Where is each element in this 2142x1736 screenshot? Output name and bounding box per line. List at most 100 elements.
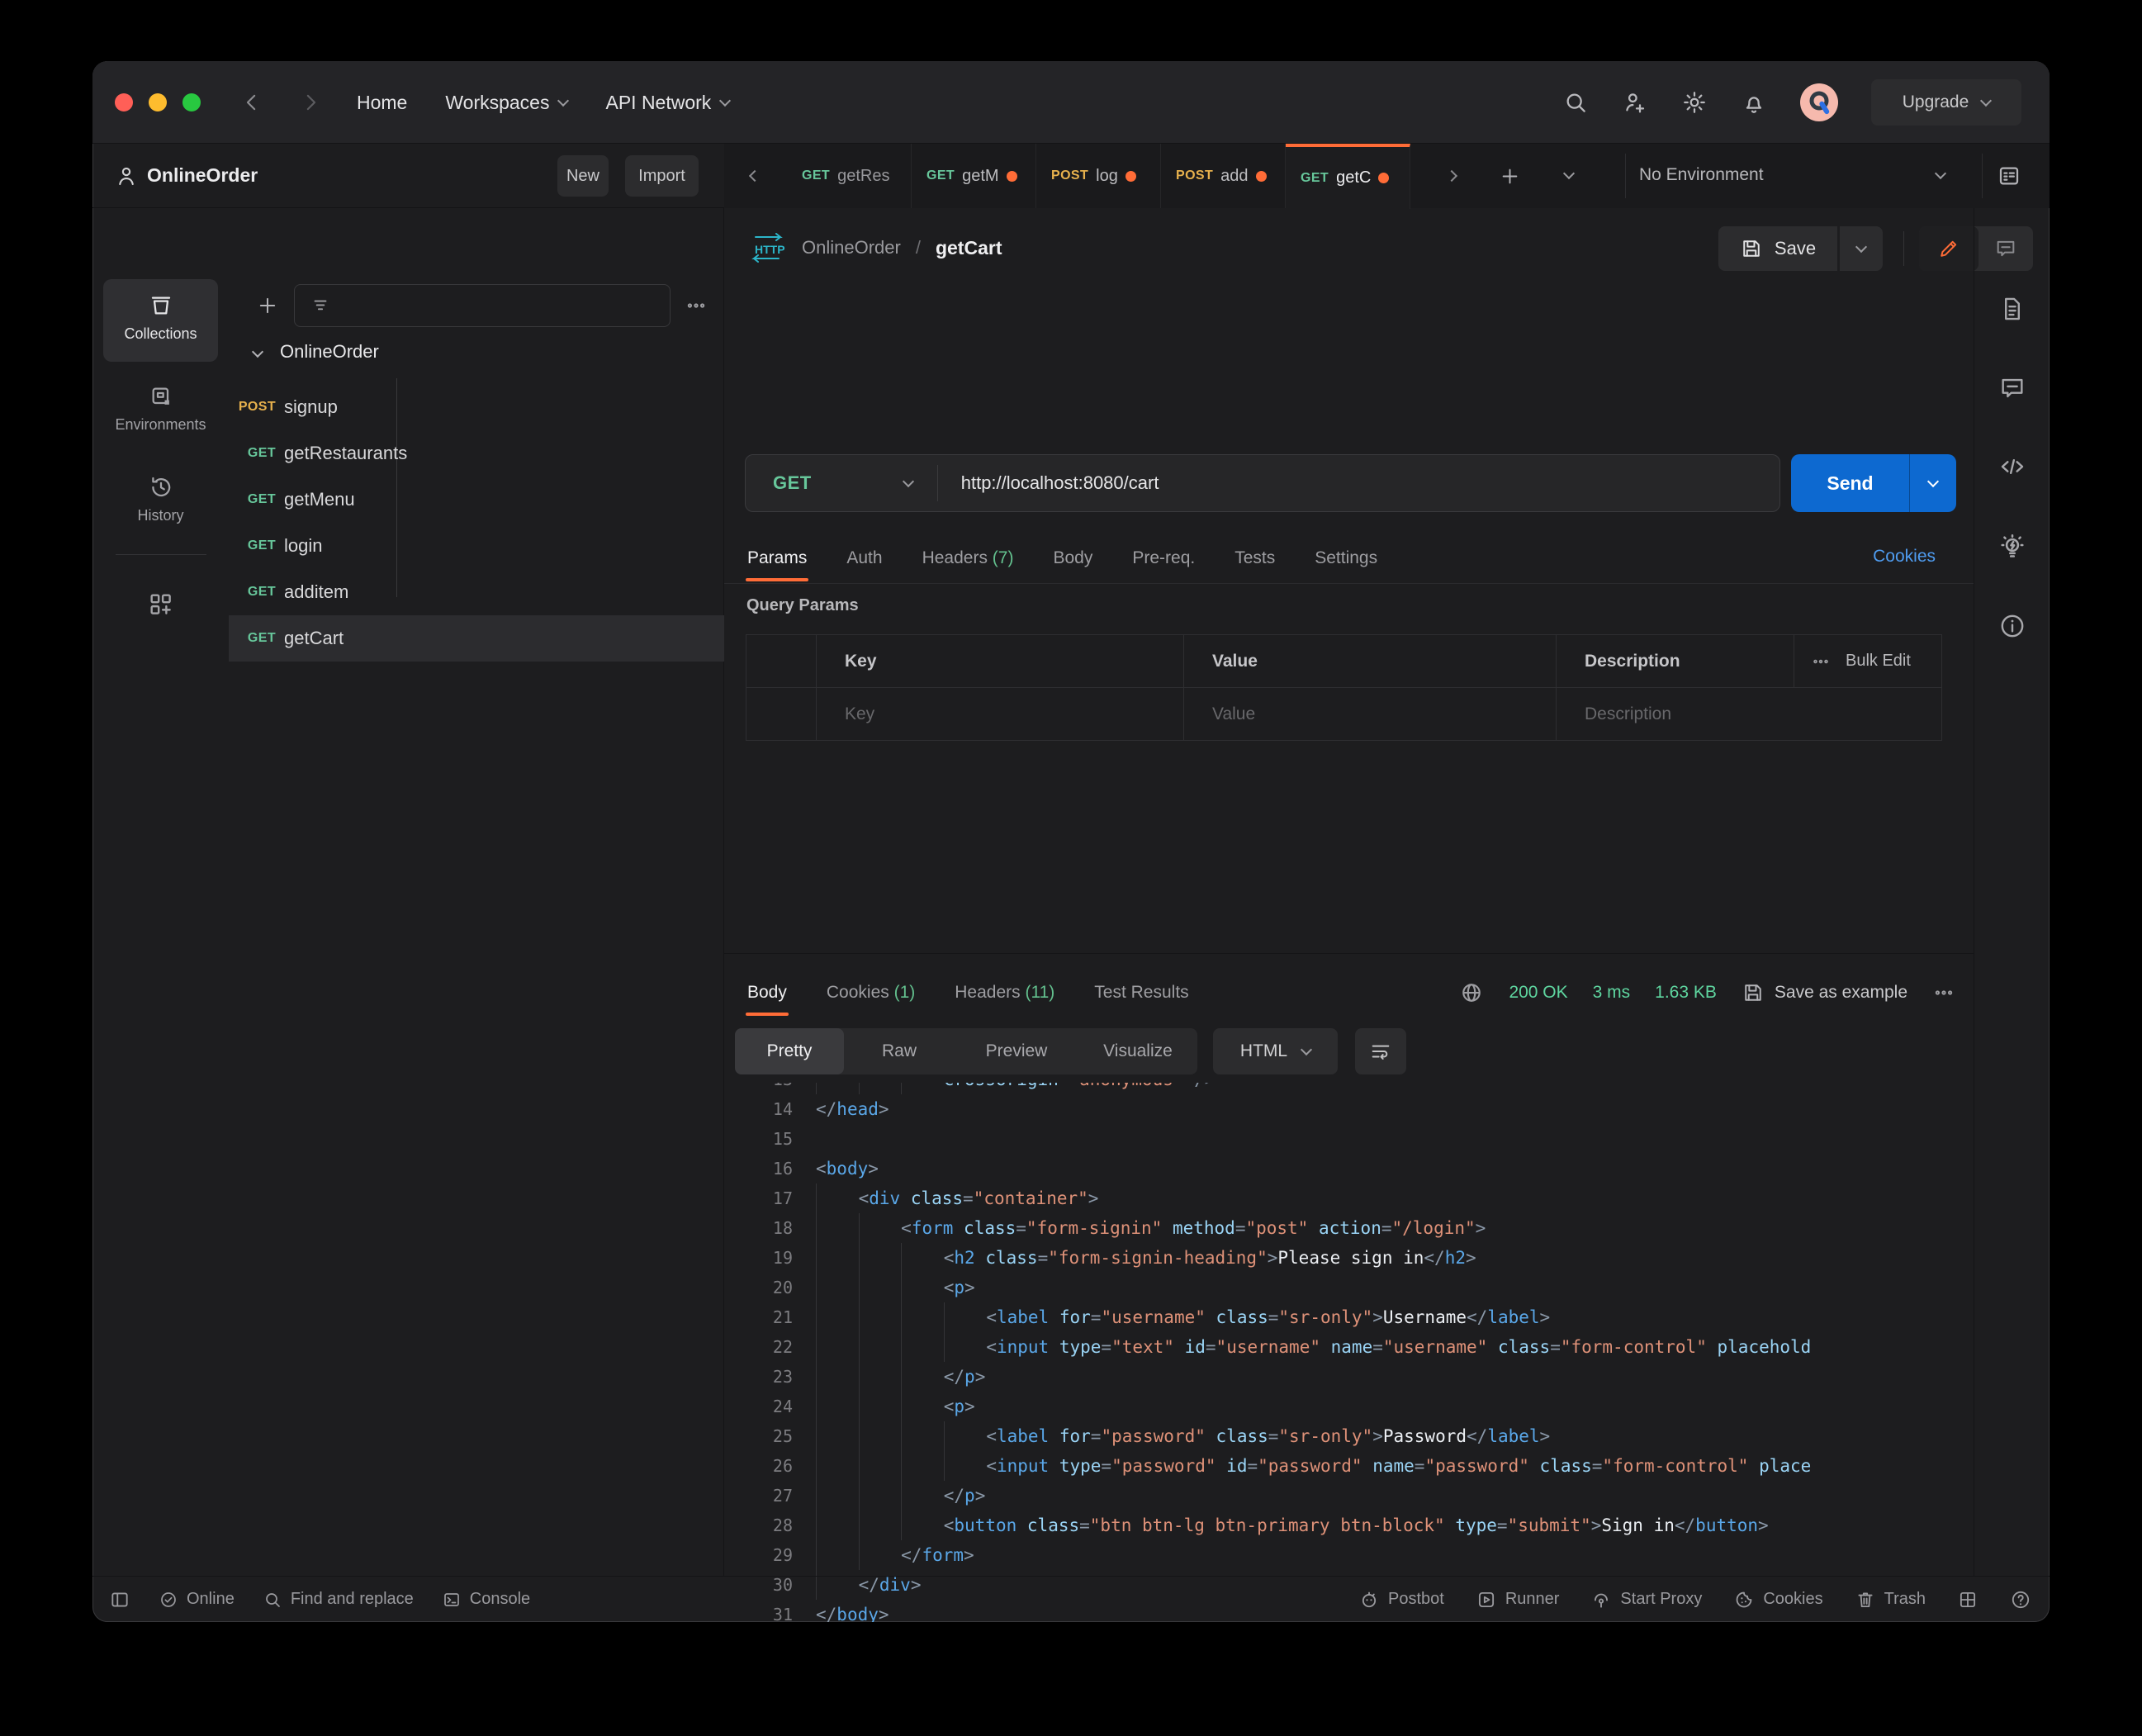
rename-button[interactable]	[1919, 226, 1979, 271]
network-globe-icon[interactable]	[1459, 980, 1484, 1005]
sidebar-item-environments[interactable]: Environments	[103, 383, 218, 434]
mode-raw[interactable]: Raw	[844, 1028, 955, 1074]
forward-icon[interactable]	[298, 90, 323, 115]
help-icon[interactable]	[2010, 1589, 2031, 1610]
select-all-cell[interactable]	[746, 634, 817, 688]
tab-params[interactable]: Params	[746, 537, 809, 581]
upgrade-button[interactable]: Upgrade	[1871, 79, 2021, 126]
tree-request-getcart-selected[interactable]: GET getCart	[229, 615, 724, 662]
import-button[interactable]: Import	[625, 155, 699, 197]
wrap-lines-button[interactable]	[1355, 1028, 1406, 1074]
invite-user-icon[interactable]	[1622, 89, 1648, 116]
language-selector[interactable]: HTML	[1213, 1028, 1338, 1074]
method-selector[interactable]: GET	[773, 472, 812, 494]
tree-request-getmenu[interactable]: GET getMenu	[229, 477, 724, 523]
minimize-window-button[interactable]	[149, 93, 167, 111]
collection-root-row[interactable]: OnlineOrder	[229, 329, 724, 375]
avatar[interactable]	[1800, 83, 1838, 121]
cookies-link[interactable]: Cookies	[1873, 547, 1936, 567]
description-input[interactable]: Description	[1556, 687, 1942, 741]
sidebar-item-history[interactable]: History	[103, 474, 218, 524]
tab-body[interactable]: Body	[1051, 537, 1094, 580]
bulk-edit-cell[interactable]: Bulk Edit	[1794, 634, 1942, 688]
start-proxy-button[interactable]: Start Proxy	[1590, 1589, 1702, 1610]
mode-pretty[interactable]: Pretty	[735, 1028, 844, 1074]
comments-icon[interactable]	[1998, 374, 2026, 402]
maximize-window-button[interactable]	[182, 93, 201, 111]
response-tab-test-results[interactable]: Test Results	[1092, 971, 1190, 1014]
sidebar-item-collections[interactable]: Collections	[103, 279, 218, 362]
send-button[interactable]: Send	[1791, 454, 1956, 512]
save-button[interactable]: Save	[1718, 226, 1837, 271]
info-icon[interactable]	[1998, 612, 2026, 640]
nav-api-network[interactable]: API Network	[605, 92, 732, 114]
add-collection-plus-icon[interactable]	[256, 294, 279, 317]
notifications-bell-icon[interactable]	[1741, 89, 1767, 116]
scroll-tabs-left-icon[interactable]	[748, 169, 761, 183]
response-tab-headers[interactable]: Headers (11)	[953, 971, 1056, 1014]
console-button[interactable]: Console	[442, 1590, 530, 1610]
bulk-edit-link[interactable]: Bulk Edit	[1846, 652, 1911, 671]
nav-workspaces[interactable]: Workspaces	[445, 92, 570, 114]
add-panel-icon[interactable]	[147, 591, 175, 619]
tab-getmenu[interactable]: GET getM	[912, 144, 1036, 208]
environment-chevron-icon[interactable]	[1934, 167, 1947, 180]
url-input[interactable]: http://localhost:8080/cart	[961, 472, 1159, 494]
documentation-icon[interactable]	[1998, 295, 2026, 323]
tree-request-login[interactable]: GET login	[229, 523, 724, 569]
cookies-button[interactable]: Cookies	[1733, 1589, 1823, 1610]
postbot-button[interactable]: Postbot	[1358, 1589, 1444, 1610]
find-and-replace-button[interactable]: Find and replace	[263, 1590, 414, 1610]
new-button[interactable]: New	[557, 155, 609, 197]
tree-more-options-icon[interactable]	[685, 294, 708, 317]
scroll-tabs-right-icon[interactable]	[1445, 169, 1458, 183]
code-snippet-icon[interactable]	[1998, 453, 2026, 481]
tab-options-chevron-icon[interactable]	[1562, 167, 1576, 180]
params-more-options-icon[interactable]	[1811, 652, 1831, 671]
settings-gear-icon[interactable]	[1681, 89, 1708, 116]
search-collections-input[interactable]	[294, 284, 671, 327]
tab-getcart-active[interactable]: GET getC	[1286, 144, 1410, 209]
tree-request-signup[interactable]: POST signup	[229, 384, 724, 430]
tree-request-getrestaurants[interactable]: GET getRestaurants	[229, 430, 724, 477]
tab-additem[interactable]: POST add	[1161, 144, 1286, 208]
nav-home[interactable]: Home	[357, 92, 407, 114]
environment-quick-look-icon[interactable]	[1996, 163, 2022, 189]
tab-headers[interactable]: Headers (7)	[921, 537, 1016, 580]
response-status[interactable]: 200 OK	[1509, 983, 1567, 1003]
new-tab-plus-icon[interactable]	[1499, 165, 1521, 187]
tab-auth[interactable]: Auth	[845, 537, 884, 580]
mode-preview[interactable]: Preview	[955, 1028, 1078, 1074]
tab-tests[interactable]: Tests	[1233, 537, 1277, 580]
tree-request-additem[interactable]: GET additem	[229, 569, 724, 615]
response-size[interactable]: 1.63 KB	[1655, 983, 1717, 1003]
response-tab-body[interactable]: Body	[746, 971, 789, 1016]
tab-settings[interactable]: Settings	[1313, 537, 1379, 580]
value-input[interactable]: Value	[1183, 687, 1557, 741]
environment-selector[interactable]: No Environment	[1639, 165, 1764, 185]
tab-login[interactable]: POST log	[1036, 144, 1161, 208]
response-time[interactable]: 3 ms	[1593, 983, 1631, 1003]
send-options-button[interactable]	[1910, 454, 1956, 512]
runner-button[interactable]: Runner	[1476, 1589, 1559, 1610]
workspace-name[interactable]: OnlineOrder	[147, 164, 258, 187]
tab-pre-req[interactable]: Pre-req.	[1130, 537, 1197, 580]
postbot-bulb-icon[interactable]	[1997, 533, 2027, 562]
breadcrumb-collection[interactable]: OnlineOrder	[802, 237, 901, 259]
save-as-example-button[interactable]: Save as example	[1742, 981, 1907, 1004]
response-tab-cookies[interactable]: Cookies (1)	[825, 971, 917, 1014]
close-window-button[interactable]	[115, 93, 133, 111]
trash-button[interactable]: Trash	[1855, 1589, 1926, 1610]
tab-getres[interactable]: GET getRes	[787, 144, 912, 208]
save-options-button[interactable]	[1840, 226, 1883, 271]
method-chevron-icon[interactable]	[902, 475, 914, 488]
online-status[interactable]: Online	[159, 1590, 235, 1610]
response-more-options-icon[interactable]	[1932, 981, 1955, 1004]
back-icon[interactable]	[239, 90, 264, 115]
response-splitter[interactable]	[724, 953, 1974, 954]
mode-visualize[interactable]: Visualize	[1078, 1028, 1197, 1074]
two-pane-view-icon[interactable]	[1957, 1589, 1979, 1610]
toggle-sidebar-icon[interactable]	[109, 1589, 130, 1610]
row-select-cell[interactable]	[746, 687, 817, 741]
search-icon[interactable]	[1562, 89, 1589, 116]
